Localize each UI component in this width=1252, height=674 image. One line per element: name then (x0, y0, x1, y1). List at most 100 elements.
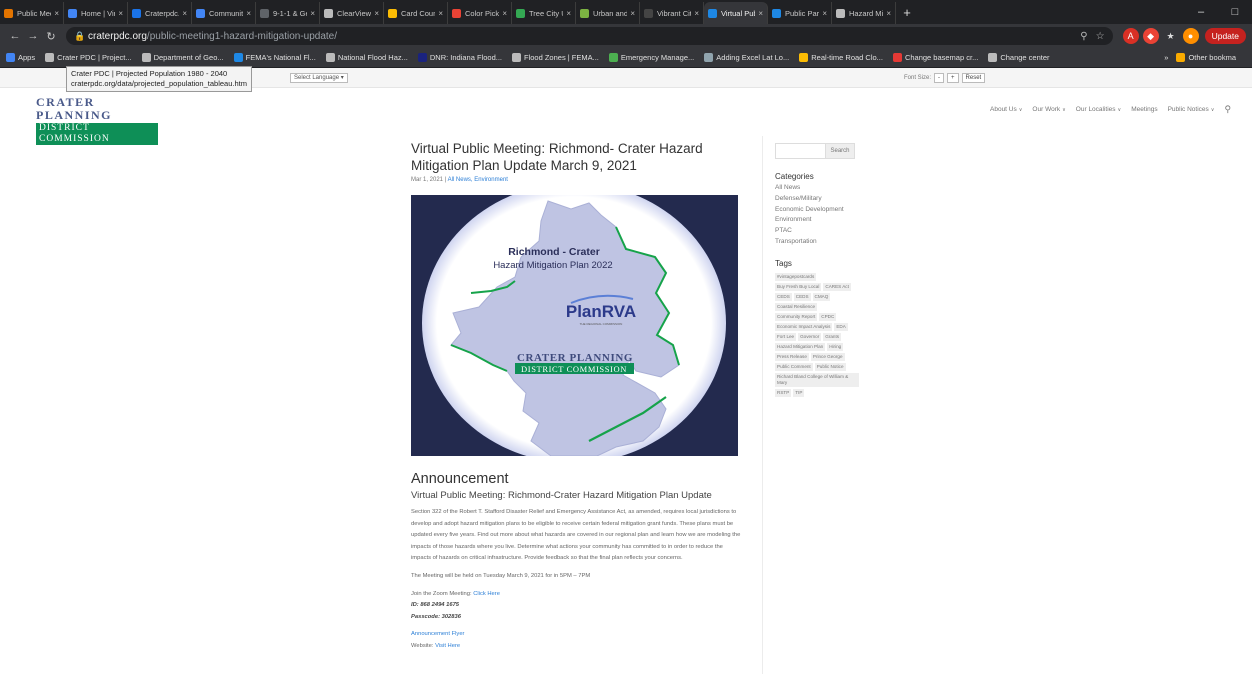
nav-item[interactable]: Our Work ∨ (1032, 106, 1065, 113)
tag-link[interactable]: Buy Fresh Buy Local (775, 283, 822, 291)
tab-close-icon[interactable]: × (54, 9, 59, 18)
browser-tab[interactable]: Vibrant Citi × (640, 2, 704, 24)
category-link[interactable]: Transportation (775, 237, 844, 248)
tag-link[interactable]: EDA (834, 323, 848, 331)
tab-close-icon[interactable]: × (182, 9, 187, 18)
bookmark-item[interactable]: Apps (6, 53, 35, 62)
tag-link[interactable]: Hiring (827, 343, 844, 351)
tab-close-icon[interactable]: × (758, 9, 763, 18)
tag-link[interactable]: Economic Impact Analysis (775, 323, 833, 331)
lock-icon[interactable]: 🔒 (74, 31, 85, 42)
pdf-extension-icon[interactable]: A (1122, 28, 1139, 44)
tag-link[interactable]: CPDC (819, 313, 837, 321)
font-size-reset-button[interactable]: Reset (961, 73, 986, 83)
post-categories[interactable]: All News, Environment (448, 177, 508, 183)
browser-tab[interactable]: ClearViewn× (320, 2, 384, 24)
tab-close-icon[interactable]: × (566, 9, 571, 18)
extension-icon[interactable]: ◆ (1142, 28, 1159, 44)
bookmark-item[interactable]: Adding Excel Lat Lo... (704, 53, 789, 62)
category-link[interactable]: Defense/Military (775, 194, 844, 205)
nav-item[interactable]: Meetings (1131, 106, 1157, 113)
tab-close-icon[interactable]: × (118, 9, 123, 18)
tab-close-icon[interactable]: × (630, 9, 635, 18)
category-link[interactable]: Environment (775, 215, 844, 226)
tag-link[interactable]: Richard Bland College of William & Mary (775, 373, 859, 387)
tag-link[interactable]: Press Release (775, 353, 809, 361)
category-link[interactable]: PTAC (775, 226, 844, 237)
bookmark-item[interactable]: Crater PDC | Project... (45, 53, 132, 62)
bookmarks-overflow-icon[interactable]: » (1164, 53, 1168, 62)
tab-close-icon[interactable]: × (310, 9, 315, 18)
browser-tab[interactable]: Public Meeti× (0, 2, 64, 24)
bookmark-item[interactable]: FEMA's National Fl... (233, 53, 316, 62)
tab-close-icon[interactable]: × (886, 9, 891, 18)
bookmark-item[interactable]: Flood Zones | FEMA... (512, 53, 599, 62)
tag-link[interactable]: CARES Act (823, 283, 851, 291)
address-bar[interactable]: 🔒 craterpdc.org/public-meeting1-hazard-m… (66, 27, 1113, 45)
tab-close-icon[interactable]: × (246, 9, 251, 18)
nav-item[interactable]: Our Localities ∨ (1076, 106, 1121, 113)
nav-search-icon[interactable]: ⚲ (1224, 104, 1231, 115)
bookmark-item[interactable]: Real-time Road Clo... (799, 53, 883, 62)
minimize-icon[interactable]: – (1184, 0, 1218, 24)
browser-tab[interactable]: Color Picker× (448, 2, 512, 24)
flyer-link[interactable]: Announcement Flyer (411, 629, 741, 641)
search-input[interactable] (775, 143, 826, 159)
site-logo[interactable]: CRATER PLANNING DISTRICT COMMISSION (36, 96, 158, 145)
tag-link[interactable]: Prince George (810, 353, 845, 361)
tag-link[interactable]: #vintagepostcards (775, 273, 817, 281)
language-select[interactable]: Select Language ▾ (290, 73, 348, 83)
tag-link[interactable]: Governor (798, 333, 822, 341)
extensions-puzzle-icon[interactable]: ★ (1163, 28, 1179, 44)
browser-tab[interactable]: Hazard Miti × (832, 2, 896, 24)
tab-close-icon[interactable]: × (374, 9, 379, 18)
website-link[interactable]: Visit Here (435, 643, 460, 649)
tag-link[interactable]: Public Comment (775, 363, 813, 371)
bookmark-item[interactable]: Department of Geo... (141, 53, 224, 62)
browser-tab[interactable]: Community × (192, 2, 256, 24)
nav-item[interactable]: Public Notices ∨ (1168, 106, 1215, 113)
bookmark-star-icon[interactable]: ☆ (1096, 31, 1105, 42)
back-icon[interactable]: ← (6, 30, 24, 42)
zoom-link[interactable]: Click Here (473, 591, 500, 597)
category-link[interactable]: Economic Development (775, 205, 844, 216)
maximize-icon[interactable]: □ (1218, 0, 1252, 24)
browser-tab[interactable]: Home | Virg× (64, 2, 128, 24)
reload-icon[interactable]: ↻ (42, 30, 60, 43)
category-link[interactable]: All News (775, 183, 844, 194)
tag-link[interactable]: CEDS (793, 293, 811, 301)
browser-tab[interactable]: Virtual Publi× (704, 2, 768, 24)
tab-close-icon[interactable]: × (694, 9, 699, 18)
tag-link[interactable]: Fort Lee (775, 333, 797, 341)
tag-link[interactable]: Hazard Mitigation Plan (775, 343, 826, 351)
tag-link[interactable]: TIP (793, 389, 805, 397)
bookmark-item[interactable]: Change center (988, 53, 1050, 62)
search-button[interactable]: Search (826, 143, 855, 159)
tab-close-icon[interactable]: × (438, 9, 443, 18)
other-bookmarks[interactable]: Other bookma (1176, 53, 1236, 62)
browser-tab[interactable]: Public Parti × (768, 2, 832, 24)
nav-item[interactable]: About Us ∨ (990, 106, 1022, 113)
browser-tab[interactable]: Urban and × (576, 2, 640, 24)
tag-link[interactable]: CEDS (775, 293, 792, 301)
tag-link[interactable]: Community Report (775, 313, 818, 321)
tag-link[interactable]: Grants (823, 333, 842, 341)
tag-link[interactable]: Public Notice (814, 363, 846, 371)
new-tab-icon[interactable]: + (896, 2, 918, 24)
bookmark-item[interactable]: DNR: Indiana Flood... (417, 53, 502, 62)
font-size-increase-button[interactable]: + (947, 73, 959, 83)
update-button[interactable]: Update (1204, 28, 1246, 44)
tag-link[interactable]: CMAQ (812, 293, 831, 301)
bookmark-item[interactable]: National Flood Haz... (325, 53, 408, 62)
tab-close-icon[interactable]: × (502, 9, 507, 18)
browser-tab[interactable]: Tree City US× (512, 2, 576, 24)
font-size-decrease-button[interactable]: - (934, 73, 945, 83)
bookmark-item[interactable]: Change basemap cr... (892, 53, 978, 62)
browser-tab[interactable]: Craterpdc.c× (128, 2, 192, 24)
zoom-icon[interactable]: ⚲ (1080, 31, 1087, 42)
tag-link[interactable]: RSTP (775, 389, 792, 397)
tab-close-icon[interactable]: × (822, 9, 827, 18)
browser-tab[interactable]: Card Count× (384, 2, 448, 24)
bookmark-item[interactable]: Emergency Manage... (608, 53, 694, 62)
tag-link[interactable]: Coastal Resilience (775, 303, 818, 311)
